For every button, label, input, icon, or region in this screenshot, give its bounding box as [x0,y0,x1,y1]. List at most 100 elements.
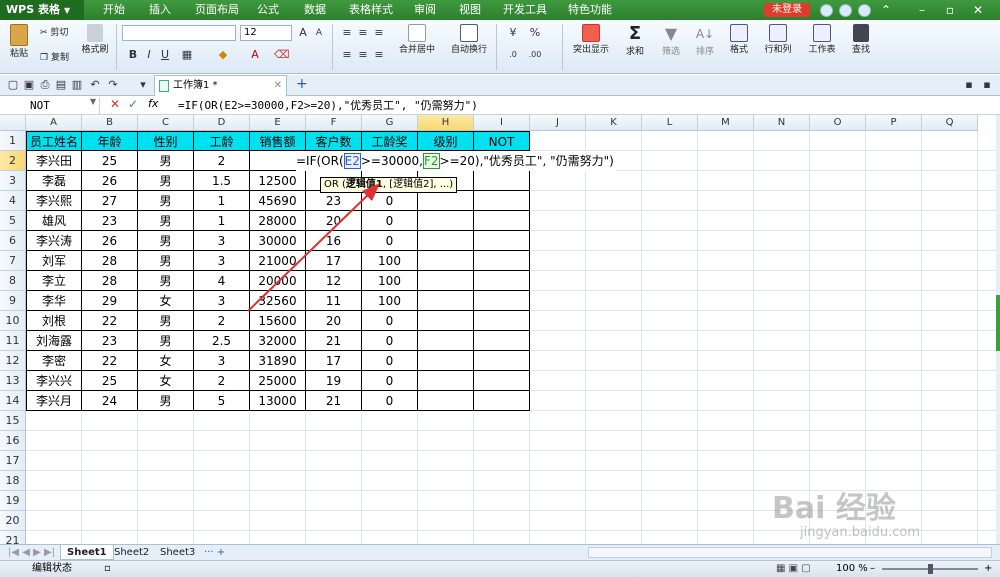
sort-button[interactable]: A↓ 排序 [688,24,722,57]
sort-label: 排序 [695,47,714,57]
cancel-formula-button[interactable]: ✕ [110,97,120,111]
bold-button[interactable]: B [126,48,140,62]
format-painter-label: 格式刷 [81,45,109,55]
zoom-slider-thumb[interactable] [928,564,933,574]
vertical-scrollbar[interactable] [996,115,1000,544]
border-icon[interactable]: ▦ [180,48,194,62]
tab-sheet2[interactable]: Sheet2 [108,545,155,560]
cut-button[interactable]: ✂ 剪切 [40,25,80,38]
brush-icon [87,24,103,42]
menu-formula[interactable]: 公式 [257,0,279,20]
conditional-highlight-button[interactable]: 突出显示 [568,24,614,55]
format-button[interactable]: 格式 [722,24,756,55]
menu-special[interactable]: 特色功能 [568,0,612,20]
name-box-dropdown-icon[interactable]: ▼ [90,97,96,106]
new-tab-button[interactable]: + [296,76,308,92]
find-button[interactable]: 查找 [844,24,878,55]
view-mode-icons[interactable]: ▦ ▣ ▢ [776,561,811,577]
menu-page-layout[interactable]: 页面布局 [195,0,239,20]
new-file-icon[interactable]: ▢ [6,78,20,92]
workbook-tab-label: 工作簿1 * [173,80,218,91]
zoom-in-icon[interactable]: + [984,561,992,577]
align-center-icon[interactable]: ≡ [356,48,370,62]
decrease-decimal-icon[interactable]: .00 [528,48,542,62]
align-bottom-icon[interactable]: ≡ [372,26,386,40]
font-color-icon[interactable]: A [248,48,262,62]
insert-function-button[interactable]: fx [148,97,158,110]
skin-icon[interactable] [820,4,833,17]
format-painter-button[interactable]: 格式刷 [80,24,110,55]
zoom-out-icon[interactable]: – [870,561,875,577]
ribbon-toggle-icon[interactable]: ⌃ [878,2,894,18]
paste-button[interactable]: 粘贴 [4,24,34,59]
clipboard-icon [10,24,28,46]
grow-font-icon[interactable]: A [296,26,310,40]
restore-icon[interactable]: ▫ [942,2,958,18]
align-top-icon[interactable]: ≡ [340,26,354,40]
macro-icon[interactable]: ▫ [104,561,111,577]
settings-icon[interactable] [858,4,871,17]
underline-button[interactable]: U [158,48,172,62]
shrink-font-icon[interactable]: A [312,26,326,40]
formula-input[interactable]: =IF(OR(E2>=30000,F2>=20),"优秀员工", "仍需努力") [178,97,478,114]
watermark-url: jingyan.baidu.com [800,525,920,540]
help-icon[interactable] [839,4,852,17]
menu-developer[interactable]: 开发工具 [503,0,547,20]
login-button[interactable]: 未登录 [764,3,810,17]
tab-list-icon[interactable]: ▪ [962,78,976,92]
print-icon[interactable]: ⎙ [38,78,52,92]
export-icon[interactable]: ▥ [70,78,84,92]
clear-format-icon[interactable]: ⌫ [274,48,290,62]
menu-view[interactable]: 视图 [459,0,481,20]
tab-close-all-icon[interactable]: ▪ [980,78,994,92]
align-right-icon[interactable]: ≡ [372,48,386,62]
menu-table-style[interactable]: 表格样式 [349,0,393,20]
funnel-icon: ▼ [664,24,678,43]
add-sheet-icon[interactable]: ··· + [198,545,231,560]
minimize-icon[interactable]: – [914,2,930,18]
save-icon[interactable]: ▣ [22,78,36,92]
wrap-text-button[interactable]: 自动换行 [446,24,492,55]
sort-icon: A↓ [695,27,715,41]
sum-button[interactable]: Σ 求和 [618,24,652,58]
close-icon[interactable]: ✕ [970,2,986,18]
increase-decimal-icon[interactable]: .0 [506,48,520,62]
highlight-icon [582,24,600,42]
currency-icon[interactable]: ¥ [506,26,520,40]
menu-data[interactable]: 数据 [304,0,326,20]
align-middle-icon[interactable]: ≡ [356,26,370,40]
font-name-select[interactable] [122,25,236,41]
percent-button[interactable]: % [528,26,542,40]
worksheet-button[interactable]: 工作表 [802,24,842,55]
rows-cols-icon [769,24,787,42]
merge-center-button[interactable]: 合并居中 [394,24,440,55]
font-size-select[interactable]: 12 [240,25,292,41]
annotation-arrow [247,183,380,312]
app-menu-button[interactable]: WPS 表格 ▼ [0,0,84,20]
tab-sheet3[interactable]: Sheet3 [154,545,201,560]
scroll-thumb[interactable] [996,295,1000,351]
name-box[interactable]: NOT [0,97,100,114]
redo-icon[interactable]: ↷ [106,78,120,92]
menu-review[interactable]: 审阅 [414,0,436,20]
align-left-icon[interactable]: ≡ [340,48,354,62]
tab-sheet1[interactable]: Sheet1 [60,545,114,560]
horizontal-scrollbar[interactable] [588,547,992,558]
close-tab-icon[interactable]: ✕ [274,76,282,96]
undo-icon[interactable]: ↶ [88,78,102,92]
spreadsheet-grid[interactable]: ABCDEFGHIJKLMNOPQ 1 2 3 4 5 6 7 8 9 10 11 12 13 14 15 1… [0,115,996,544]
italic-button[interactable]: I [142,48,156,62]
quick-access-menu-icon[interactable]: ▾ [136,78,150,92]
rows-cols-button[interactable]: 行和列 [758,24,798,55]
menu-start[interactable]: 开始 [103,0,125,20]
preview-icon[interactable]: ▤ [54,78,68,92]
menu-insert[interactable]: 插入 [149,0,171,20]
filter-button[interactable]: ▼ 筛选 [654,24,688,57]
fill-color-icon[interactable]: ◆ [216,48,230,62]
confirm-formula-button[interactable]: ✓ [128,97,138,111]
first-sheet-icon[interactable]: |◀ ◀ ▶ ▶| [2,545,61,560]
copy-button[interactable]: ❐ 复制 [40,50,80,63]
sum-label: 求和 [625,47,644,57]
edit-mode-status: 编辑状态 [32,563,72,574]
tab-workbook[interactable]: 工作簿1 * ✕ [154,75,287,96]
